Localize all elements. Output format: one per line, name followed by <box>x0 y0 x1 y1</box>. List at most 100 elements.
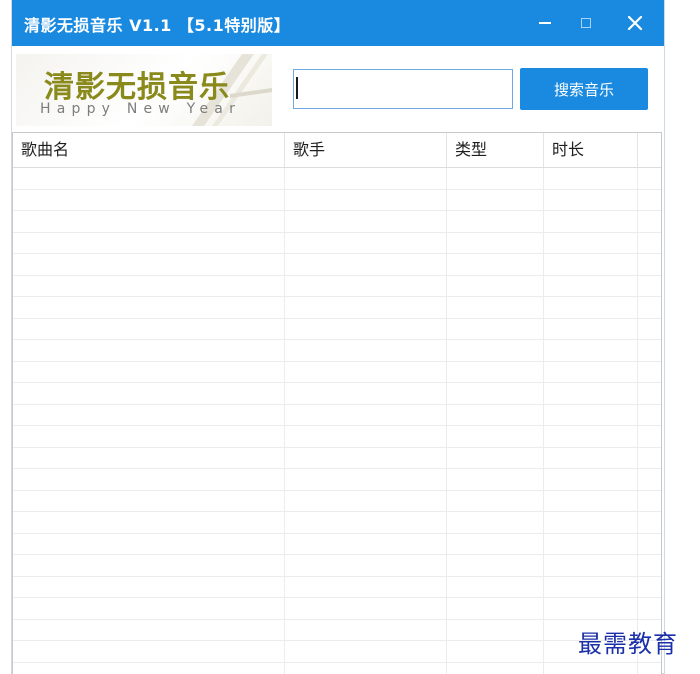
column-header-song-name[interactable]: 歌曲名 <box>13 133 285 167</box>
column-header-duration[interactable]: 时长 <box>544 133 638 167</box>
table-cell <box>544 663 638 674</box>
table-cell <box>638 211 661 232</box>
table-cell <box>447 362 544 383</box>
table-row[interactable] <box>13 211 661 233</box>
table-cell <box>285 168 447 189</box>
table-cell <box>13 620 285 641</box>
table-row[interactable] <box>13 254 661 276</box>
table-cell <box>638 276 661 297</box>
table-cell <box>285 555 447 576</box>
table-row[interactable] <box>13 555 661 577</box>
table-cell <box>638 405 661 426</box>
title-bar[interactable]: 清影无损音乐 V1.1 【5.1特别版】 <box>12 0 664 46</box>
text-cursor <box>296 77 298 99</box>
table-cell <box>447 448 544 469</box>
table-row[interactable] <box>13 383 661 405</box>
table-row[interactable] <box>13 426 661 448</box>
table-cell <box>285 319 447 340</box>
search-input[interactable] <box>293 69 513 109</box>
table-row[interactable] <box>13 663 661 674</box>
table-cell <box>13 577 285 598</box>
table-row[interactable] <box>13 641 661 663</box>
table-cell <box>13 663 285 674</box>
table-row[interactable] <box>13 405 661 427</box>
table-cell <box>544 598 638 619</box>
minimize-icon <box>538 16 552 30</box>
table-cell <box>638 534 661 555</box>
table-cell <box>638 340 661 361</box>
table-row[interactable] <box>13 297 661 319</box>
table-cell <box>285 448 447 469</box>
table-cell <box>13 168 285 189</box>
table-cell <box>13 254 285 275</box>
table-cell <box>285 254 447 275</box>
search-music-button[interactable]: 搜索音乐 <box>520 68 648 110</box>
table-cell <box>13 319 285 340</box>
table-cell <box>285 190 447 211</box>
table-cell <box>544 168 638 189</box>
table-cell <box>447 254 544 275</box>
table-cell <box>544 233 638 254</box>
table-cell <box>544 190 638 211</box>
table-cell <box>13 641 285 662</box>
table-cell <box>13 598 285 619</box>
watermark-text: 最需教育 <box>578 624 678 659</box>
table-cell <box>13 426 285 447</box>
table-cell <box>285 211 447 232</box>
table-cell <box>13 448 285 469</box>
table-row[interactable] <box>13 233 661 255</box>
logo-subtitle: Happy New Year <box>40 101 241 117</box>
table-row[interactable] <box>13 598 661 620</box>
table-cell <box>447 555 544 576</box>
table-cell <box>447 319 544 340</box>
table-cell <box>544 469 638 490</box>
table-cell <box>285 362 447 383</box>
table-cell <box>447 620 544 641</box>
table-cell <box>544 362 638 383</box>
table-cell <box>447 469 544 490</box>
close-button[interactable] <box>618 6 652 40</box>
table-row[interactable] <box>13 491 661 513</box>
table-row[interactable] <box>13 448 661 470</box>
table-row[interactable] <box>13 577 661 599</box>
table-cell <box>285 340 447 361</box>
table-cell <box>638 426 661 447</box>
table-cell <box>285 297 447 318</box>
table-cell <box>447 233 544 254</box>
close-icon <box>627 15 643 31</box>
table-cell <box>638 555 661 576</box>
column-header-artist[interactable]: 歌手 <box>285 133 447 167</box>
column-header-type[interactable]: 类型 <box>447 133 544 167</box>
table-body[interactable] <box>13 168 661 674</box>
table-cell <box>544 512 638 533</box>
table-row[interactable] <box>13 340 661 362</box>
table-row[interactable] <box>13 362 661 384</box>
table-cell <box>544 405 638 426</box>
table-cell <box>638 598 661 619</box>
maximize-button[interactable] <box>569 6 603 40</box>
table-cell <box>544 534 638 555</box>
table-cell <box>638 190 661 211</box>
table-cell <box>285 405 447 426</box>
column-header-filler <box>638 133 661 167</box>
table-row[interactable] <box>13 276 661 298</box>
table-row[interactable] <box>13 190 661 212</box>
table-row[interactable] <box>13 534 661 556</box>
table-cell <box>285 233 447 254</box>
table-cell <box>638 469 661 490</box>
table-row[interactable] <box>13 469 661 491</box>
table-cell <box>285 663 447 674</box>
table-cell <box>544 211 638 232</box>
table-cell <box>638 319 661 340</box>
table-row[interactable] <box>13 512 661 534</box>
minimize-button[interactable] <box>528 6 562 40</box>
table-row[interactable] <box>13 319 661 341</box>
table-row[interactable] <box>13 168 661 190</box>
table-cell <box>13 512 285 533</box>
table-row[interactable] <box>13 620 661 642</box>
song-table[interactable]: 歌曲名 歌手 类型 时长 <box>12 132 662 674</box>
table-cell <box>638 254 661 275</box>
table-cell <box>13 190 285 211</box>
table-cell <box>447 663 544 674</box>
table-cell <box>638 512 661 533</box>
